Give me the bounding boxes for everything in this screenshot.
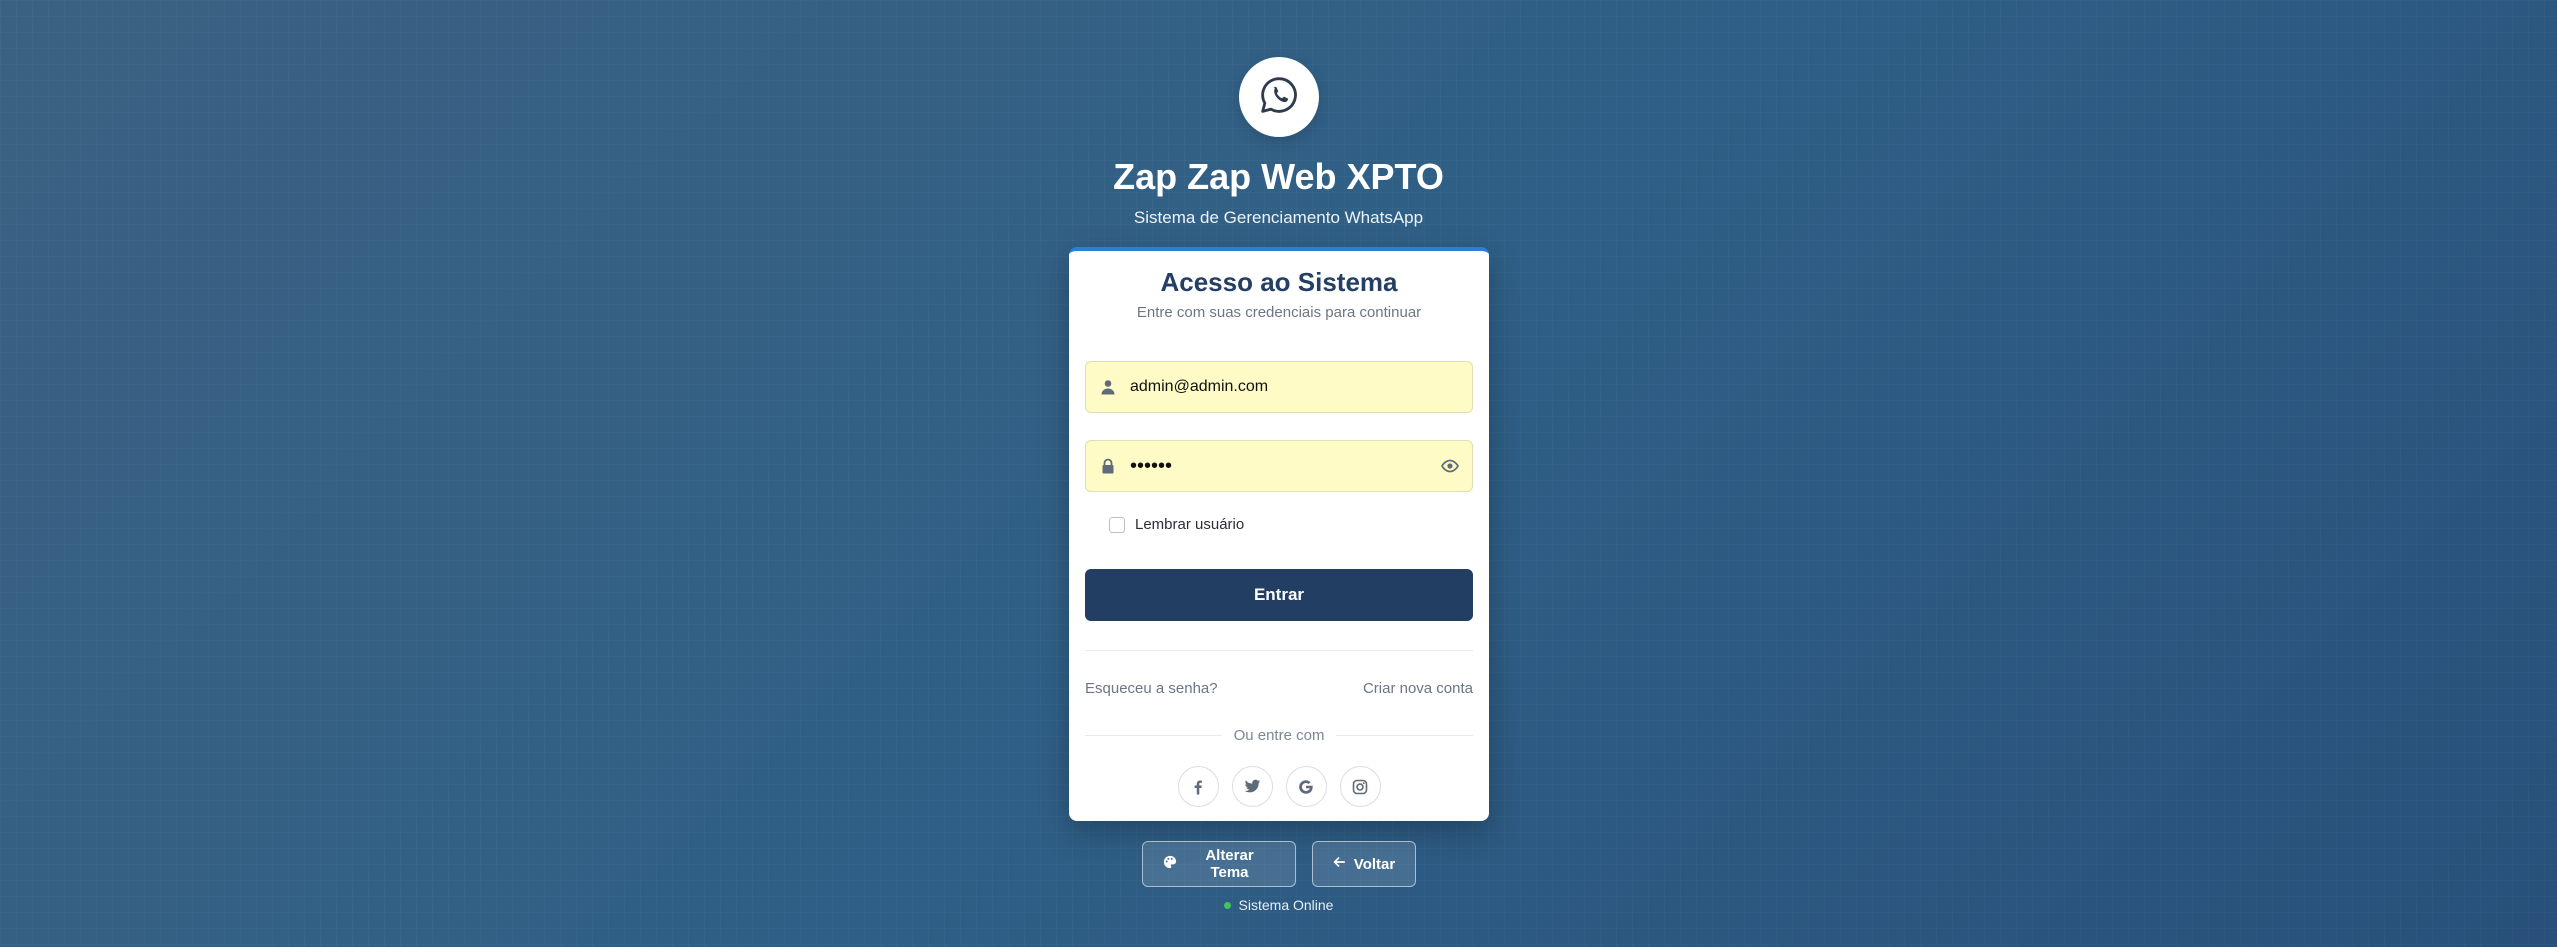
- divider: [1085, 650, 1473, 651]
- card-title: Acesso ao Sistema: [1160, 267, 1398, 297]
- remember-label: Lembrar usuário: [1135, 516, 1245, 533]
- status-label: Sistema Online: [1238, 897, 1334, 913]
- email-field-wrapper: [1085, 361, 1473, 413]
- remember-user[interactable]: Lembrar usuário: [1109, 516, 1244, 533]
- back-label: Voltar: [1353, 855, 1396, 873]
- lock-icon: [1086, 458, 1130, 474]
- user-icon: [1086, 379, 1130, 395]
- password-input[interactable]: [1130, 441, 1428, 491]
- google-icon[interactable]: [1285, 766, 1327, 807]
- app-subtitle: Sistema de Gerenciamento WhatsApp: [1133, 208, 1424, 227]
- arrow-left-icon: [1332, 855, 1346, 873]
- social-login: [1069, 766, 1489, 807]
- login-page: Zap Zap Web XPTO Sistema de Gerenciament…: [0, 0, 2557, 947]
- facebook-icon[interactable]: [1177, 766, 1219, 807]
- app-title: Zap Zap Web XPTO: [1113, 156, 1444, 197]
- logo: [1239, 57, 1319, 137]
- card-subtitle: Entre com suas credenciais para continua…: [1136, 304, 1422, 321]
- or-separator: Ou entre com: [1085, 727, 1473, 744]
- whatsapp-icon: [1259, 75, 1299, 120]
- password-field-wrapper: [1085, 440, 1473, 492]
- create-account-link[interactable]: Criar nova conta: [1363, 680, 1473, 697]
- change-theme-button[interactable]: Alterar Tema: [1141, 841, 1296, 887]
- or-label: Ou entre com: [1233, 727, 1325, 744]
- login-button[interactable]: Entrar: [1085, 569, 1473, 621]
- separator-line-left: [1085, 735, 1222, 736]
- login-card: Acesso ao Sistema Entre com suas credenc…: [1069, 247, 1489, 821]
- palette-icon: [1163, 855, 1177, 873]
- separator-line-right: [1336, 735, 1473, 736]
- bottom-actions: Alterar Tema Voltar: [0, 841, 2557, 887]
- instagram-icon[interactable]: [1339, 766, 1381, 807]
- system-status: Sistema Online: [0, 897, 2557, 913]
- remember-checkbox[interactable]: [1109, 516, 1125, 533]
- eye-icon[interactable]: [1428, 457, 1472, 475]
- twitter-icon[interactable]: [1231, 766, 1273, 807]
- email-input[interactable]: [1130, 362, 1472, 412]
- status-dot: [1223, 901, 1231, 909]
- forgot-password-link[interactable]: Esqueceu a senha?: [1085, 680, 1218, 697]
- change-theme-label: Alterar Tema: [1205, 847, 1254, 881]
- back-button[interactable]: Voltar: [1311, 841, 1416, 887]
